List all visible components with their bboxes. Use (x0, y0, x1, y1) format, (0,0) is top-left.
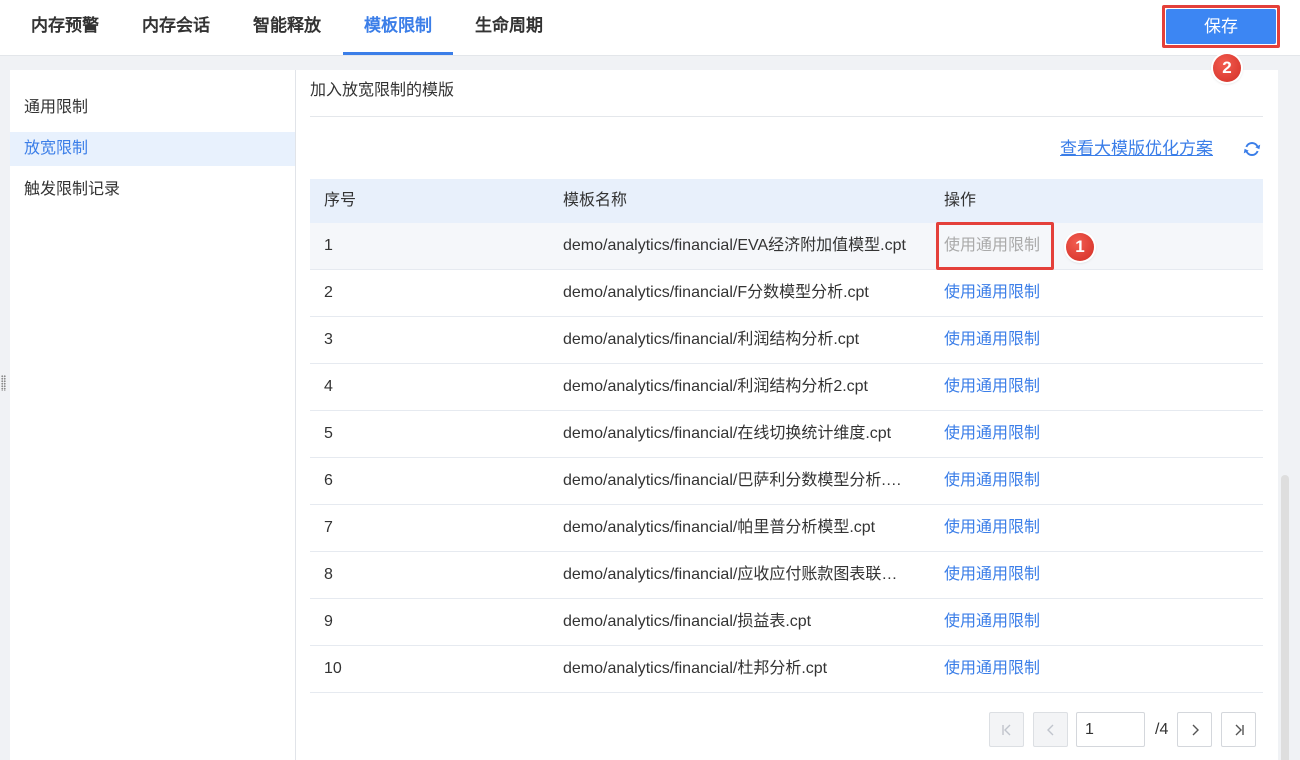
table-row: 6 demo/analytics/financial/巴萨利分数模型分析.… 使… (310, 458, 1263, 505)
use-general-limit-button[interactable]: 使用通用限制 (944, 613, 1040, 630)
table-row: 3 demo/analytics/financial/利润结构分析.cpt 使用… (310, 317, 1263, 364)
use-general-limit-button[interactable]: 使用通用限制 (944, 378, 1040, 395)
row-index: 4 (324, 378, 333, 395)
refresh-icon[interactable] (1243, 140, 1261, 158)
table-row: 8 demo/analytics/financial/应收应付账款图表联… 使用… (310, 552, 1263, 599)
use-general-limit-button[interactable]: 使用通用限制 (944, 566, 1040, 583)
use-general-limit-button[interactable]: 使用通用限制 (944, 519, 1040, 536)
optimize-plan-link[interactable]: 查看大模版优化方案 (1060, 136, 1213, 162)
table-row: 5 demo/analytics/financial/在线切换统计维度.cpt … (310, 411, 1263, 458)
main-panel: 通用限制 放宽限制 触发限制记录 加入放宽限制的模版 查看大模版优化方案 序号 … (10, 70, 1278, 760)
tab-lifecycle[interactable]: 生命周期 (454, 0, 564, 55)
drag-handle-icon[interactable] (1, 375, 6, 391)
use-general-limit-button[interactable]: 使用通用限制 (944, 284, 1040, 301)
row-template-name: demo/analytics/financial/帕里普分析模型.cpt (563, 519, 876, 536)
top-tab-bar: 内存预警 内存会话 智能释放 模板限制 生命周期 保存 (0, 0, 1300, 56)
row-template-name: demo/analytics/financial/在线切换统计维度.cpt (563, 425, 892, 442)
save-button[interactable]: 保存 (1166, 9, 1276, 44)
section-divider (310, 116, 1263, 117)
row-index: 3 (324, 331, 333, 348)
next-page-button[interactable] (1177, 712, 1212, 747)
use-general-limit-button[interactable]: 使用通用限制 (944, 660, 1040, 677)
use-general-limit-button[interactable]: 使用通用限制 (944, 237, 1040, 254)
table-row: 7 demo/analytics/financial/帕里普分析模型.cpt 使… (310, 505, 1263, 552)
row-index: 2 (324, 284, 333, 301)
sidebar: 通用限制 放宽限制 触发限制记录 (10, 70, 296, 760)
sidebar-item-relaxed-limit[interactable]: 放宽限制 (10, 132, 295, 166)
use-general-limit-button[interactable]: 使用通用限制 (944, 331, 1040, 348)
sidebar-item-trigger-records[interactable]: 触发限制记录 (10, 173, 295, 207)
row-index: 5 (324, 425, 333, 442)
row-template-name: demo/analytics/financial/利润结构分析.cpt (563, 331, 860, 348)
row-index: 8 (324, 566, 333, 583)
tab-template-limit[interactable]: 模板限制 (343, 0, 453, 55)
tab-smart-release[interactable]: 智能释放 (232, 0, 342, 55)
table-row: 2 demo/analytics/financial/F分数模型分析.cpt 使… (310, 270, 1263, 317)
table-row: 4 demo/analytics/financial/利润结构分析2.cpt 使… (310, 364, 1263, 411)
scrollbar-thumb[interactable] (1281, 475, 1289, 760)
first-page-icon (1001, 724, 1010, 735)
page-number-input[interactable] (1076, 712, 1145, 747)
row-template-name: demo/analytics/financial/巴萨利分数模型分析.… (563, 472, 902, 489)
last-page-icon (1235, 724, 1244, 735)
next-page-icon (1192, 724, 1199, 735)
prev-page-icon (1046, 724, 1053, 735)
content-area: 加入放宽限制的模版 查看大模版优化方案 序号 模板名称 操作 1 demo/an… (310, 70, 1263, 760)
header-template-name: 模板名称 (563, 192, 628, 209)
table-header: 序号 模板名称 操作 (310, 179, 1263, 223)
table-row: 10 demo/analytics/financial/杜邦分析.cpt 使用通… (310, 646, 1263, 693)
row-index: 10 (324, 660, 342, 677)
use-general-limit-button[interactable]: 使用通用限制 (944, 472, 1040, 489)
total-pages-label: /4 (1155, 721, 1169, 738)
header-action: 操作 (944, 192, 977, 209)
row-index: 9 (324, 613, 333, 630)
row-index: 7 (324, 519, 333, 536)
row-template-name: demo/analytics/financial/损益表.cpt (563, 613, 812, 630)
table-row: 9 demo/analytics/financial/损益表.cpt 使用通用限… (310, 599, 1263, 646)
table-row: 1 demo/analytics/financial/EVA经济附加值模型.cp… (310, 223, 1263, 270)
row-index: 6 (324, 472, 333, 489)
first-page-button[interactable] (989, 712, 1024, 747)
tab-memory-session[interactable]: 内存会话 (121, 0, 231, 55)
header-index: 序号 (324, 192, 357, 209)
row-template-name: demo/analytics/financial/利润结构分析2.cpt (563, 378, 869, 395)
row-index: 1 (324, 237, 333, 254)
last-page-button[interactable] (1221, 712, 1256, 747)
template-table: 序号 模板名称 操作 1 demo/analytics/financial/EV… (310, 179, 1263, 693)
use-general-limit-button[interactable]: 使用通用限制 (944, 425, 1040, 442)
row-template-name: demo/analytics/financial/杜邦分析.cpt (563, 660, 828, 677)
row-template-name: demo/analytics/financial/EVA经济附加值模型.cpt (563, 237, 906, 254)
row-template-name: demo/analytics/financial/应收应付账款图表联… (563, 566, 898, 583)
row-template-name: demo/analytics/financial/F分数模型分析.cpt (563, 284, 869, 301)
sidebar-item-general-limit[interactable]: 通用限制 (10, 91, 295, 125)
step-1-badge: 1 (1066, 233, 1094, 261)
step-2-badge: 2 (1213, 54, 1241, 82)
prev-page-button[interactable] (1033, 712, 1068, 747)
section-title: 加入放宽限制的模版 (310, 82, 455, 99)
tab-memory-warning[interactable]: 内存预警 (10, 0, 120, 55)
